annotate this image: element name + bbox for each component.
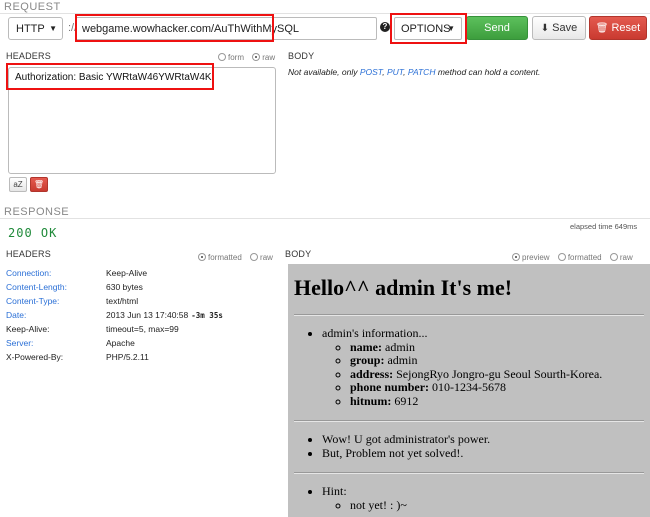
info-item: phone number: 010-1234-5678 bbox=[350, 380, 644, 395]
info-item: name: admin bbox=[350, 340, 644, 355]
method-patch: PATCH bbox=[407, 67, 436, 77]
info-heading: admin's information... name: admin group… bbox=[322, 326, 644, 409]
header-value: timeout=5, max=99 bbox=[106, 324, 179, 334]
header-value: text/html bbox=[106, 296, 139, 306]
radio-formatted-label: formatted bbox=[567, 253, 602, 262]
radio-raw[interactable] bbox=[250, 253, 259, 261]
radio-form-label: form bbox=[228, 53, 244, 62]
radio-preview-label: preview bbox=[522, 253, 550, 262]
info-list: admin's information... name: admin group… bbox=[294, 326, 644, 409]
radio-form[interactable] bbox=[218, 53, 226, 61]
sort-label: aZ bbox=[13, 180, 23, 189]
reset-label: Reset bbox=[611, 22, 641, 34]
radio-raw-label: raw bbox=[260, 253, 273, 262]
hint-heading: Hint: not yet! : )~ bbox=[322, 484, 644, 513]
info-item: address: SejongRyo Jongro-gu Seoul Sourt… bbox=[350, 367, 644, 382]
header-value: 630 bytes bbox=[106, 282, 143, 292]
response-section-title: RESPONSE bbox=[4, 206, 70, 218]
info-item: group: admin bbox=[350, 353, 644, 368]
trash-icon: 🗑 bbox=[33, 180, 45, 189]
headers-view-toggle: formatted raw bbox=[192, 253, 273, 262]
save-button[interactable]: ⬇ Save bbox=[532, 16, 586, 40]
header-row: Content-Type: text/html bbox=[6, 296, 276, 310]
request-headers-label: HEADERS bbox=[6, 51, 51, 61]
body-note-prefix: Not available, only bbox=[288, 67, 360, 77]
radio-raw[interactable] bbox=[609, 253, 618, 261]
header-key: Keep-Alive: bbox=[6, 324, 50, 334]
body-view-toggle: preview formatted raw bbox=[506, 253, 633, 262]
response-headers-label: HEADERS bbox=[6, 249, 51, 259]
url-highlight bbox=[75, 14, 274, 42]
radio-raw-label: raw bbox=[619, 253, 633, 262]
message-item: But, Problem not yet solved!. bbox=[322, 446, 644, 461]
hint-list: Hint: not yet! : )~ bbox=[294, 484, 644, 513]
header-row: Server: Apache bbox=[6, 338, 276, 352]
body-note-suffix: method can hold a content. bbox=[435, 67, 541, 77]
header-row: Keep-Alive: timeout=5, max=99 bbox=[6, 324, 276, 338]
request-section-title: REQUEST bbox=[4, 1, 61, 13]
info-item: hitnum: 6912 bbox=[350, 394, 644, 409]
radio-raw[interactable] bbox=[252, 53, 261, 61]
method-put: PUT bbox=[386, 67, 404, 77]
preview-title: Hello^^ admin It's me! bbox=[294, 275, 513, 300]
elapsed-time: elapsed time 649ms bbox=[570, 222, 638, 231]
request-body-label: BODY bbox=[288, 51, 315, 61]
clear-headers-button[interactable]: 🗑 bbox=[30, 177, 48, 192]
header-key[interactable]: Date: bbox=[6, 310, 26, 320]
header-key[interactable]: Connection: bbox=[6, 268, 51, 278]
header-key[interactable]: Content-Type: bbox=[6, 296, 59, 306]
send-button[interactable]: Send bbox=[466, 16, 528, 40]
reset-button[interactable]: 🗑 Reset bbox=[589, 16, 647, 40]
help-icon[interactable]: ? bbox=[380, 22, 390, 32]
radio-raw-label: raw bbox=[262, 53, 276, 62]
body-note: Not available, only POST, PUT, PATCH met… bbox=[288, 67, 540, 77]
method-highlight bbox=[390, 13, 467, 44]
radio-formatted[interactable] bbox=[557, 253, 566, 261]
header-value: PHP/5.2.11 bbox=[106, 352, 149, 362]
header-row: Date: 2013 Jun 13 17:40:58 -3m 35s bbox=[6, 310, 276, 324]
header-value: Keep-Alive bbox=[106, 268, 148, 278]
header-value: 2013 Jun 13 17:40:58 -3m 35s bbox=[106, 310, 223, 320]
header-key[interactable]: Content-Length: bbox=[6, 282, 67, 292]
sort-headers-button[interactable]: aZ bbox=[9, 177, 27, 192]
status-code: 200 OK bbox=[8, 226, 58, 240]
header-key[interactable]: Server: bbox=[6, 338, 33, 348]
send-label: Send bbox=[484, 22, 510, 34]
method-post: POST bbox=[359, 67, 383, 77]
message-list: Wow! U got administrator's power. But, P… bbox=[294, 432, 644, 461]
response-headers-list: Connection: Keep-Alive Content-Length: 630… bbox=[6, 268, 276, 366]
header-row: X-Powered-By: PHP/5.2.11 bbox=[6, 352, 276, 366]
header-row: Connection: Keep-Alive bbox=[6, 268, 276, 282]
header-value: Apache bbox=[106, 338, 135, 348]
radio-formatted-label: formatted bbox=[208, 253, 242, 262]
chevron-down-icon: ▼ bbox=[49, 24, 57, 33]
hint-item: not yet! : )~ bbox=[350, 498, 644, 513]
date-offset: -3m 35s bbox=[191, 311, 223, 320]
protocol-select[interactable]: HTTP ▼ bbox=[8, 17, 63, 40]
radio-preview[interactable] bbox=[512, 253, 520, 261]
download-icon: ⬇ bbox=[540, 23, 550, 34]
response-body-label: BODY bbox=[285, 249, 312, 259]
body-preview: Hello^^ admin It's me! admin's informati… bbox=[288, 264, 650, 517]
message-item: Wow! U got administrator's power. bbox=[322, 432, 644, 447]
headers-highlight bbox=[6, 63, 214, 90]
save-label: Save bbox=[552, 22, 578, 34]
response-divider bbox=[0, 218, 650, 219]
radio-formatted[interactable] bbox=[198, 253, 206, 261]
trash-icon: 🗑 bbox=[595, 23, 609, 34]
header-row: Content-Length: 630 bytes bbox=[6, 282, 276, 296]
headers-mode-toggle: form raw bbox=[212, 53, 275, 62]
protocol-value: HTTP bbox=[16, 23, 45, 35]
header-value-text: 2013 Jun 13 17:40:58 bbox=[106, 310, 189, 320]
header-key: X-Powered-By: bbox=[6, 352, 64, 362]
